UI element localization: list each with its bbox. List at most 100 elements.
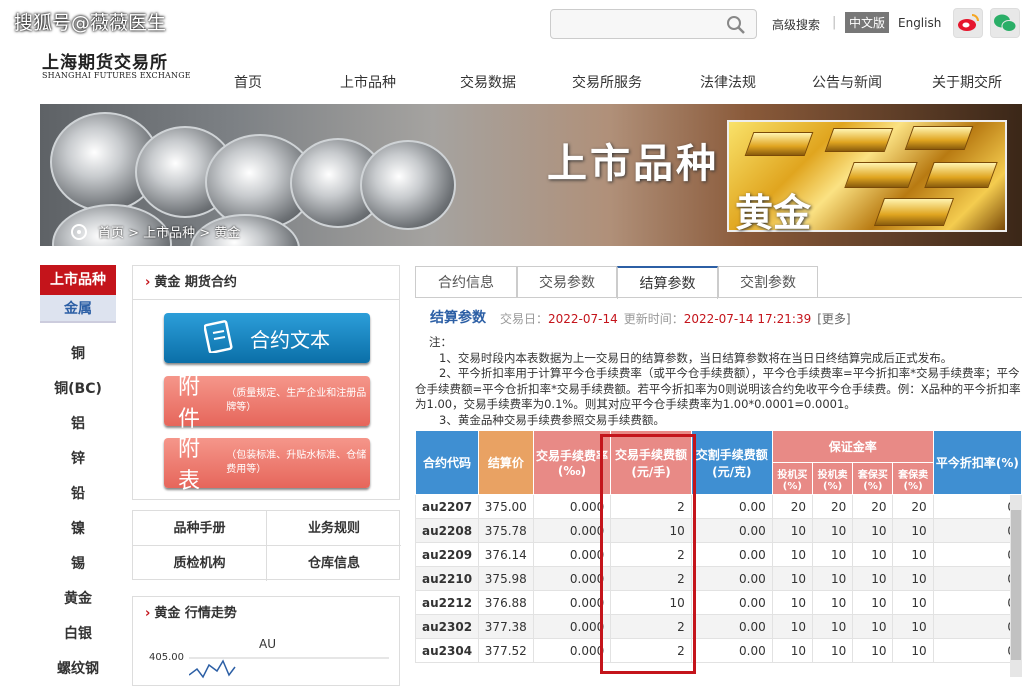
nav-about[interactable]: 关于期交所 xyxy=(932,72,1002,92)
link-business-rules[interactable]: 业务规则 xyxy=(267,511,401,546)
breadcrumb: 首页 > 上市品种 > 黄金 xyxy=(70,222,240,245)
tab-trading-params[interactable]: 交易参数 xyxy=(517,266,617,298)
nav-home[interactable]: 首页 xyxy=(234,72,262,92)
table-cell: 375.98 xyxy=(478,566,534,591)
th-hedge-buy: 套保买(%) xyxy=(852,462,894,495)
contract-code-cell[interactable]: au2208 xyxy=(414,518,480,543)
scrollbar-thumb[interactable] xyxy=(1011,510,1021,660)
nav-services[interactable]: 交易所服务 xyxy=(572,72,642,92)
th-discount: 平今折扣率(%) xyxy=(932,430,1022,495)
tab-underline xyxy=(415,297,1022,298)
nav-news[interactable]: 公告与新闻 xyxy=(812,72,882,92)
sidebar-item-copper-bc[interactable]: 铜(BC) xyxy=(40,378,116,398)
chart-y-top: 405.00 xyxy=(149,652,184,663)
table-row: au2212376.880.000100.00101010100 xyxy=(414,590,1022,615)
th-delivery-fee: 交割手续费额(元/克) xyxy=(690,430,773,495)
appendix-table-button[interactable]: 附表 （包装标准、升贴水标准、仓储费用等） xyxy=(164,437,370,494)
contract-code-cell[interactable]: au2302 xyxy=(414,614,480,639)
link-product-handbook[interactable]: 品种手册 xyxy=(133,511,267,546)
table-cell: 0 xyxy=(932,542,1022,567)
table-cell: 20 xyxy=(892,494,934,519)
lang-chinese[interactable]: 中文版 xyxy=(845,12,890,33)
search-icon[interactable] xyxy=(726,15,746,39)
th-price: 结算价 xyxy=(478,430,534,495)
sidebar-item-zinc[interactable]: 锌 xyxy=(40,448,116,468)
table-cell: 10 xyxy=(771,590,814,615)
link-inspection[interactable]: 质检机构 xyxy=(133,546,267,581)
table-cell: 375.78 xyxy=(478,518,534,543)
contract-code-cell[interactable]: au2304 xyxy=(414,638,480,663)
document-icon xyxy=(203,319,234,358)
sidebar-head[interactable]: 上市品种 xyxy=(40,265,116,295)
table-cell: 10 xyxy=(771,518,814,543)
sidebar-item-silver[interactable]: 白银 xyxy=(40,623,116,643)
th-spec-sell: 投机卖(%) xyxy=(811,462,854,495)
contract-code-cell[interactable]: au2210 xyxy=(414,566,480,591)
sidebar-item-tin[interactable]: 锡 xyxy=(40,553,116,573)
table-cell: 0.00 xyxy=(690,542,773,567)
table-cell: 10 xyxy=(811,638,854,663)
annex-button[interactable]: 附件 （质量规定、生产企业和注册品牌等） xyxy=(164,375,370,432)
sidebar-item-aluminum[interactable]: 铝 xyxy=(40,413,116,433)
table-cell: 376.14 xyxy=(478,542,534,567)
nav-law[interactable]: 法律法规 xyxy=(700,72,756,92)
table-cell: 10 xyxy=(852,638,894,663)
table-cell: 10 xyxy=(811,566,854,591)
lang-english[interactable]: English xyxy=(898,16,941,30)
logo-en: SHANGHAI FUTURES EXCHANGE xyxy=(42,71,191,80)
breadcrumb-text[interactable]: 首页 > 上市品种 > 黄金 xyxy=(98,226,240,241)
table-cell: 375.00 xyxy=(478,494,534,519)
table-cell: 10 xyxy=(892,542,934,567)
table-cell: 0.00 xyxy=(690,566,773,591)
settlement-meta: 交易日：2022-07-14 更新时间：2022-07-14 17:21:39 [更… xyxy=(500,312,851,326)
settlement-title: 结算参数 xyxy=(430,310,486,326)
chevron-right-icon: › xyxy=(145,606,151,621)
table-row: au2302377.380.00020.00101010100 xyxy=(414,614,1022,639)
tab-delivery-params[interactable]: 交割参数 xyxy=(718,266,818,298)
table-row: au2208375.780.000100.00101010100 xyxy=(414,518,1022,543)
notes: 注： 1、交易时段内本表数据为上一交易日的结算参数，当日结算参数将在当日日终结算… xyxy=(415,335,1021,427)
home-icon[interactable] xyxy=(70,223,88,245)
table-cell: 10 xyxy=(852,518,894,543)
link-warehouse[interactable]: 仓库信息 xyxy=(267,546,401,581)
table-cell: 10 xyxy=(771,566,814,591)
main-nav: 首页 上市品种 交易数据 交易所服务 法律法规 公告与新闻 关于期交所 xyxy=(190,60,1020,100)
contract-code-cell[interactable]: au2207 xyxy=(414,494,480,519)
table-cell: 20 xyxy=(852,494,894,519)
sidebar-item-copper[interactable]: 铜 xyxy=(40,343,116,363)
sidebar-item-lead[interactable]: 铅 xyxy=(40,483,116,503)
links-grid: 品种手册 业务规则 质检机构 仓库信息 xyxy=(132,510,401,581)
sidebar-category-metal[interactable]: 金属 xyxy=(40,295,116,323)
table-cell: 10 xyxy=(811,542,854,567)
trend-panel-title: › 黄金 行情走势 xyxy=(145,606,237,621)
contract-text-button[interactable]: 合约文本 xyxy=(164,313,370,363)
chart-label: AU xyxy=(259,637,276,651)
separator: | xyxy=(832,15,837,30)
sidebar-item-nickel[interactable]: 镍 xyxy=(40,518,116,538)
logo-cn[interactable]: 上海期货交易所 xyxy=(42,48,168,73)
th-code: 合约代码 xyxy=(414,430,480,495)
tab-contract-info[interactable]: 合约信息 xyxy=(415,266,517,298)
contract-code-cell[interactable]: au2209 xyxy=(414,542,480,567)
table-cell: 0 xyxy=(932,590,1022,615)
table-cell: 10 xyxy=(892,566,934,591)
table-cell: 0 xyxy=(932,518,1022,543)
table-cell: 0 xyxy=(932,494,1022,519)
table-cell: 10 xyxy=(771,638,814,663)
wechat-icon[interactable] xyxy=(990,8,1020,38)
more-link[interactable]: [更多] xyxy=(817,312,850,326)
sidebar-item-gold[interactable]: 黄金 xyxy=(40,588,116,608)
nav-products[interactable]: 上市品种 xyxy=(340,72,396,92)
table-row: au2207375.000.00020.00202020200 xyxy=(414,494,1022,519)
contract-code-cell[interactable]: au2212 xyxy=(414,590,480,615)
advanced-search-link[interactable]: 高级搜索 xyxy=(772,16,820,33)
search-input[interactable] xyxy=(550,9,757,39)
table-cell: 0.00 xyxy=(690,614,773,639)
settlement-table: 合约代码 结算价 交易手续费率(‰) 交易手续费额(元/手) 交割手续费额(元/… xyxy=(414,430,1022,663)
sidebar-item-rebar[interactable]: 螺纹钢 xyxy=(40,658,116,678)
table-cell: 0 xyxy=(932,638,1022,663)
table-cell: 10 xyxy=(892,614,934,639)
weibo-icon[interactable] xyxy=(953,8,983,38)
tab-settlement-params[interactable]: 结算参数 xyxy=(617,266,718,299)
nav-trading-data[interactable]: 交易数据 xyxy=(460,72,516,92)
